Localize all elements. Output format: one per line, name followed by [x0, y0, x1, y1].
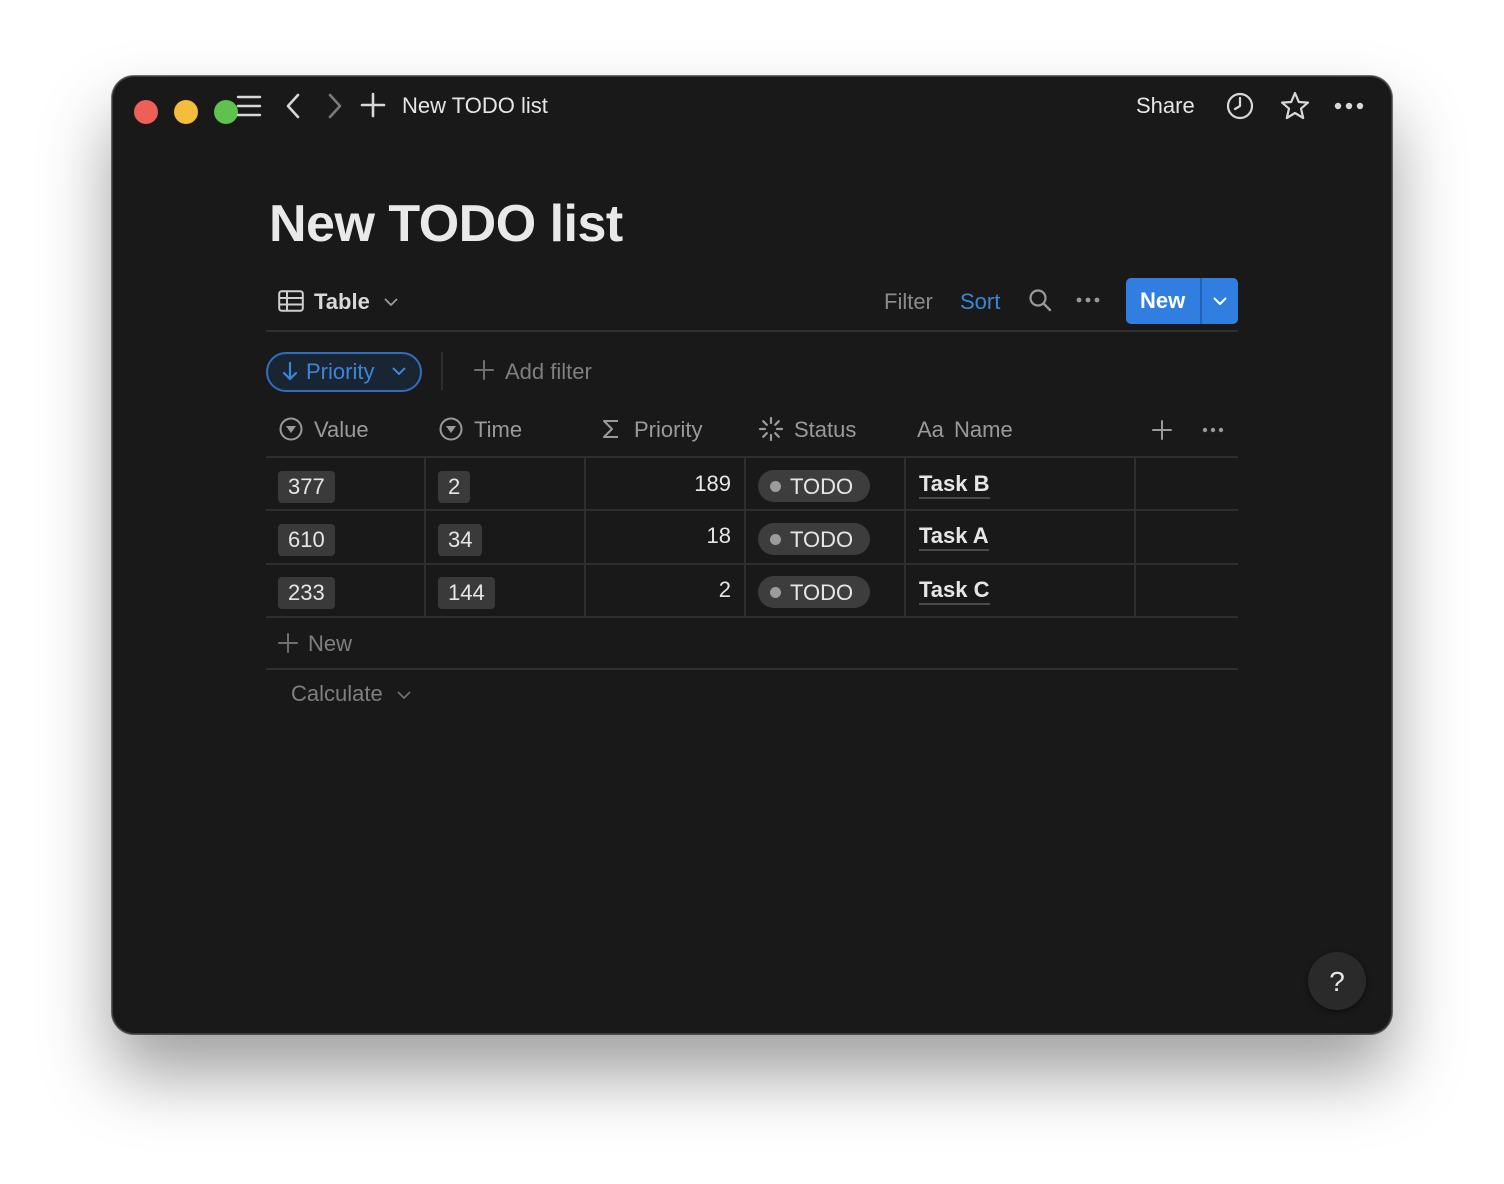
add-filter-button[interactable]: Add filter	[505, 359, 592, 385]
status-dot-icon	[770, 534, 781, 545]
time-cell[interactable]: 2	[438, 471, 471, 503]
new-record-button[interactable]: New	[1126, 278, 1238, 324]
row-divider	[266, 563, 1238, 565]
more-options-icon[interactable]	[1334, 102, 1364, 110]
priority-cell[interactable]: 2	[631, 577, 731, 603]
view-chevron-down-icon[interactable]	[384, 298, 398, 307]
priority-cell[interactable]: 18	[631, 523, 731, 549]
sort-chevron-down-icon	[392, 367, 406, 376]
page-title: New TODO list	[269, 195, 623, 253]
header-divider	[266, 456, 1238, 458]
column-divider	[584, 457, 586, 617]
new-page-plus-icon[interactable]	[360, 92, 386, 118]
view-more-options-icon[interactable]	[1076, 297, 1100, 303]
column-divider	[904, 457, 906, 617]
status-pill[interactable]: TODO	[758, 576, 870, 608]
time-cell[interactable]: 34	[438, 524, 483, 556]
column-header-time[interactable]: Time	[474, 417, 522, 443]
column-header-status[interactable]: Status	[794, 417, 856, 443]
sort-button[interactable]: Sort	[960, 289, 1000, 315]
arrow-down-icon	[282, 361, 298, 381]
value-cell[interactable]: 233	[278, 577, 335, 609]
help-question-icon: ?	[1329, 966, 1345, 997]
new-row-button[interactable]: New	[308, 631, 352, 657]
column-header-priority[interactable]: Priority	[634, 417, 702, 443]
status-spinner-icon	[758, 416, 784, 442]
status-pill[interactable]: TODO	[758, 470, 870, 502]
status-label: TODO	[790, 527, 854, 552]
zoom-window-button[interactable]	[214, 100, 238, 124]
row-divider	[266, 616, 1238, 618]
table-view-icon[interactable]	[278, 290, 304, 312]
add-filter-plus-icon[interactable]	[474, 360, 494, 380]
view-name[interactable]: Table	[314, 289, 370, 315]
time-cell[interactable]: 144	[438, 577, 495, 609]
calculate-button[interactable]: Calculate	[291, 681, 383, 707]
task-name[interactable]: Task B	[919, 471, 990, 499]
status-pill[interactable]: TODO	[758, 523, 870, 555]
add-column-plus-icon[interactable]	[1152, 420, 1172, 440]
value-cell[interactable]: 377	[278, 471, 335, 503]
column-header-value[interactable]: Value	[314, 417, 369, 443]
help-button[interactable]: ?	[1308, 952, 1366, 1010]
column-divider	[1134, 457, 1136, 617]
task-name[interactable]: Task C	[919, 577, 990, 605]
calculate-chevron-down-icon[interactable]	[397, 691, 411, 700]
row-divider	[266, 509, 1238, 511]
forward-arrow-icon[interactable]	[326, 92, 344, 120]
status-label: TODO	[790, 580, 854, 605]
column-options-icon[interactable]	[1202, 427, 1224, 433]
app-window: New TODO list Share New TODO list Table …	[112, 76, 1392, 1034]
column-divider	[424, 457, 426, 617]
sort-rule-label: Priority	[306, 359, 375, 384]
back-arrow-icon[interactable]	[284, 92, 302, 120]
new-row-divider	[266, 668, 1238, 670]
filter-bar-separator	[441, 352, 443, 390]
toolbar-divider	[266, 330, 1238, 332]
sigma-icon	[602, 418, 620, 440]
favorite-star-icon[interactable]	[1280, 91, 1310, 121]
filter-button[interactable]: Filter	[884, 289, 933, 315]
priority-cell[interactable]: 189	[631, 471, 731, 497]
history-clock-icon[interactable]	[1226, 92, 1254, 120]
search-icon[interactable]	[1028, 288, 1052, 312]
value-cell[interactable]: 610	[278, 524, 335, 556]
window-title: New TODO list	[402, 93, 548, 118]
sidebar-menu-icon[interactable]	[236, 94, 262, 118]
column-divider	[744, 457, 746, 617]
new-row-plus-icon[interactable]	[278, 633, 298, 653]
value-column-formula-icon	[279, 417, 303, 441]
task-name[interactable]: Task A	[919, 523, 989, 551]
text-aa-icon: Aa	[917, 417, 944, 442]
new-options-chevron-down-icon[interactable]	[1213, 297, 1227, 306]
time-column-formula-icon	[439, 417, 463, 441]
share-button[interactable]: Share	[1136, 93, 1195, 119]
status-dot-icon	[770, 587, 781, 598]
status-dot-icon	[770, 481, 781, 492]
close-window-button[interactable]	[134, 100, 158, 124]
status-label: TODO	[790, 474, 854, 499]
new-button-divider	[1200, 278, 1202, 324]
column-header-name[interactable]: Name	[954, 417, 1013, 443]
minimize-window-button[interactable]	[174, 100, 198, 124]
sort-rule-chip[interactable]: Priority	[266, 352, 422, 392]
new-record-button-label: New	[1140, 288, 1186, 313]
